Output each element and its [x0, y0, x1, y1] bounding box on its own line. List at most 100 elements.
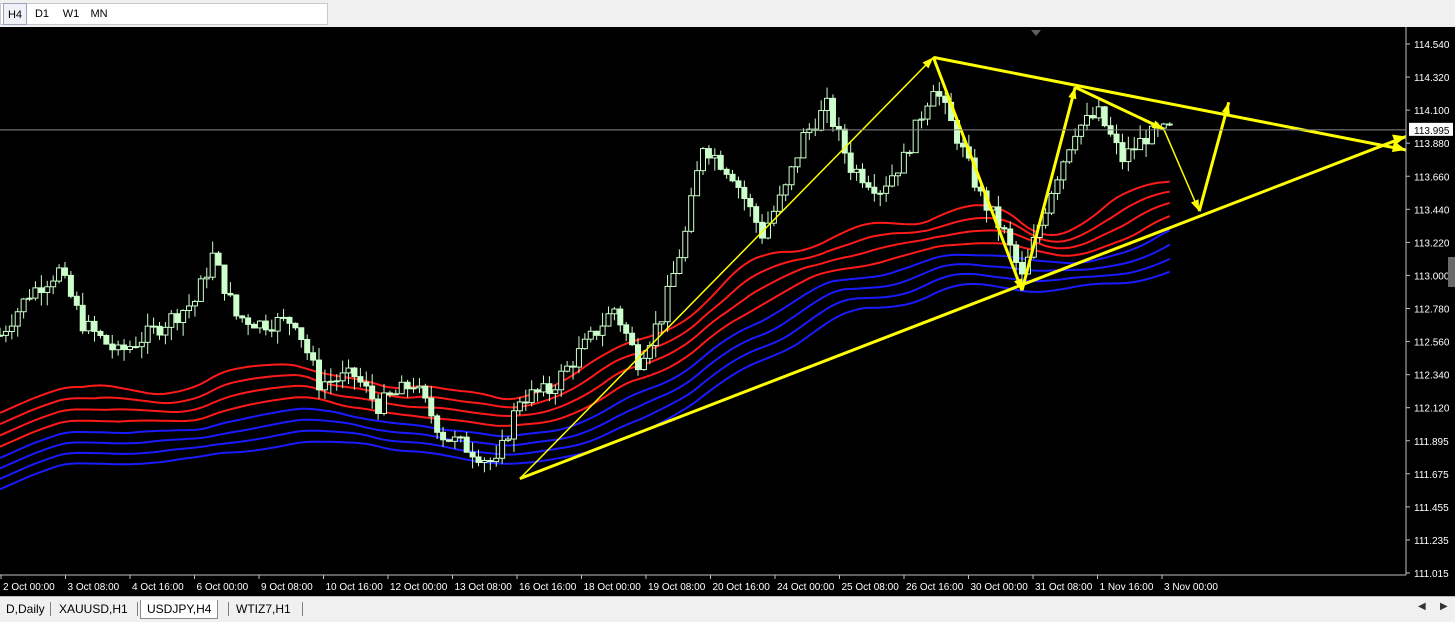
- candle-body: [670, 272, 677, 287]
- tab-daily[interactable]: D,Daily: [0, 600, 51, 619]
- candle-body: [469, 451, 476, 458]
- candle-body: [79, 304, 86, 332]
- candle-body: [26, 297, 33, 300]
- candle-body: [499, 439, 506, 459]
- tab-xauusd-h1[interactable]: XAUUSD,H1: [53, 600, 134, 619]
- candle-body: [676, 257, 683, 274]
- candle-body: [256, 320, 263, 329]
- candle-body: [505, 438, 512, 441]
- y-tick-label: 112.780: [1414, 305, 1450, 316]
- candle-body: [552, 389, 559, 394]
- x-tick-label: 3 Nov 00:00: [1164, 582, 1218, 593]
- timeframe-toolbar: H4 D1 W1 MN: [0, 0, 1455, 27]
- candle-body: [369, 385, 376, 400]
- y-tick-label: 111.455: [1414, 503, 1449, 514]
- candle-body: [44, 286, 51, 294]
- wave-segment: [1163, 128, 1200, 212]
- tab-separator: [137, 602, 138, 616]
- candle-body: [629, 332, 636, 346]
- timeframe-mn-button[interactable]: MN: [86, 3, 112, 25]
- chart-canvas[interactable]: 114.540 114.320 114.100 113.880 113.660 113.4…: [0, 27, 1455, 595]
- candle-body: [847, 152, 854, 173]
- candle-body: [883, 185, 890, 194]
- candle-body: [150, 325, 157, 328]
- price-scroll-handle: [1448, 257, 1455, 287]
- candle-body: [103, 334, 110, 345]
- candle-body: [0, 334, 3, 337]
- candle-body: [1143, 137, 1150, 145]
- candle-body: [889, 175, 896, 187]
- support-trendline: [519, 135, 1407, 481]
- wave-arrowhead: [1190, 199, 1200, 212]
- candle-body: [239, 315, 246, 319]
- candle-body: [428, 397, 435, 417]
- x-tick-label: 13 Oct 08:00: [455, 582, 513, 593]
- candle-body: [440, 431, 447, 441]
- candle-body: [345, 367, 352, 374]
- y-tick-label: 113.440: [1414, 205, 1450, 216]
- timeframe-d1-button[interactable]: D1: [31, 3, 53, 25]
- candle-body: [126, 346, 133, 351]
- y-tick-label: 111.235: [1414, 536, 1449, 547]
- candle-body: [14, 311, 21, 327]
- candle-body: [451, 436, 458, 442]
- candle-body: [581, 338, 588, 350]
- candle-body: [404, 381, 411, 390]
- candle-body: [115, 344, 122, 351]
- candle-body: [2, 330, 9, 336]
- tab-usdjpy-h4[interactable]: USDJPY,H4: [140, 600, 219, 619]
- candle-body: [97, 330, 104, 336]
- y-tick-label: 114.100: [1414, 106, 1450, 117]
- candle-body: [475, 456, 482, 463]
- candle-body: [546, 383, 553, 394]
- candle-body: [416, 385, 423, 389]
- candle-body: [445, 439, 452, 442]
- candle-body: [144, 325, 151, 343]
- candle-body: [316, 359, 323, 391]
- candle-body: [918, 118, 925, 121]
- candle-body: [8, 325, 15, 332]
- scroll-left-icon[interactable]: ◀: [1418, 601, 1426, 612]
- x-tick-label: 9 Oct 08:00: [261, 582, 313, 593]
- candle-body: [168, 313, 175, 328]
- x-tick-label: 24 Oct 00:00: [777, 582, 835, 593]
- candle-body: [1054, 179, 1061, 194]
- y-tick-label: 111.895: [1414, 437, 1449, 448]
- candle-body: [516, 401, 523, 412]
- candle-body: [180, 309, 187, 324]
- scroll-right-icon[interactable]: ▶: [1440, 601, 1448, 612]
- tab-separator: [228, 602, 229, 616]
- candle-body: [1119, 142, 1126, 163]
- candle-body: [747, 198, 754, 208]
- candle-body: [434, 415, 441, 433]
- tab-wtiz7-h1[interactable]: WTIZ7,H1: [230, 600, 297, 619]
- candle-body: [776, 194, 783, 212]
- candle-body: [564, 365, 571, 372]
- tab-separator: [50, 602, 51, 616]
- candle-body: [853, 168, 860, 173]
- candle-body: [457, 436, 464, 439]
- price-chart[interactable]: 114.540 114.320 114.100 113.880 113.660 113.4…: [0, 27, 1455, 595]
- wave-segment: [1020, 86, 1077, 291]
- candle-body: [233, 294, 240, 317]
- candle-body: [327, 380, 334, 383]
- candle-body: [50, 280, 57, 288]
- candle-body: [73, 295, 80, 306]
- candle-body: [1048, 192, 1055, 214]
- x-tick-label: 6 Oct 00:00: [197, 582, 249, 593]
- candle-body: [162, 326, 169, 336]
- candle-body: [191, 300, 198, 307]
- candle-body: [782, 184, 789, 196]
- candle-body: [741, 186, 748, 200]
- candle-body: [1072, 135, 1079, 151]
- tab-separator: [302, 602, 303, 616]
- wave-arrowhead: [1068, 87, 1077, 100]
- y-tick-label: 112.120: [1414, 404, 1450, 415]
- candle-body: [818, 110, 825, 131]
- candle-body: [900, 151, 907, 174]
- candle-body: [251, 323, 258, 329]
- x-tick-label: 1 Nov 16:00: [1100, 582, 1154, 593]
- timeframe-h4-button[interactable]: H4: [3, 3, 27, 25]
- candle-body: [1089, 115, 1096, 119]
- timeframe-w1-button[interactable]: W1: [59, 3, 83, 25]
